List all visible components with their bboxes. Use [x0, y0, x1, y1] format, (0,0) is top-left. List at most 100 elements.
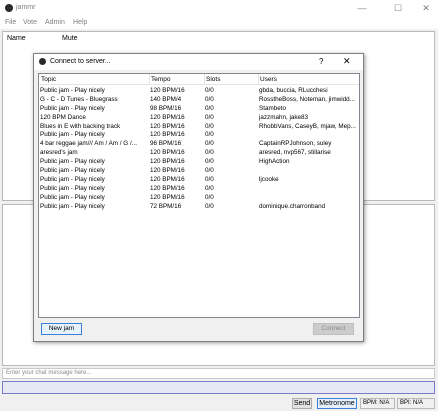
cell-slots: 0/0 — [205, 131, 214, 139]
cell-users: Stambeto — [259, 104, 286, 112]
window-title: jammr — [16, 4, 36, 11]
cell-users: gbda, buccia, RLucchesi — [259, 87, 328, 94]
server-row[interactable]: Public jam - Play nicely 120 BPM/16 0/0 — [39, 167, 359, 176]
maximize-icon[interactable]: ☐ — [384, 0, 412, 16]
cell-users: CaptainRPJohnson, suley — [259, 140, 332, 148]
cell-topic: Public jam - Play nicely — [40, 167, 105, 175]
cell-slots: 0/0 — [205, 167, 214, 175]
cell-tempo: 120 BPM/16 — [150, 167, 185, 175]
jammr-logo-icon — [39, 58, 46, 65]
bpi-readout: BPI: N/A — [397, 398, 435, 409]
help-icon[interactable]: ? — [319, 57, 323, 66]
cell-topic: G - C - D Tunes - Bluegrass — [40, 95, 118, 103]
connect-button[interactable]: Connect — [313, 323, 354, 335]
column-header-topic[interactable]: Topic — [41, 76, 56, 83]
jammr-logo-icon — [5, 4, 13, 12]
cell-topic: Public jam - Play nicely — [40, 158, 105, 166]
menu-file[interactable]: File — [5, 19, 16, 26]
column-header-slots[interactable]: Slots — [206, 76, 220, 83]
dialog-titlebar: Connect to server... ? ✕ — [34, 54, 363, 70]
cell-tempo: 120 BPM/16 — [150, 158, 185, 166]
cell-tempo: 120 BPM/16 — [150, 122, 185, 130]
cell-slots: 0/0 — [205, 175, 214, 183]
cell-tempo: 140 BPM/4 — [150, 95, 182, 103]
server-row[interactable]: G - C - D Tunes - Bluegrass 140 BPM/4 0/0 R… — [39, 96, 359, 105]
cell-topic: Public jam - Play nicely — [40, 193, 105, 201]
metronome-button[interactable]: Metronome — [317, 398, 357, 409]
column-header-users[interactable]: Users — [260, 76, 277, 83]
cell-tempo: 72 BPM/16 — [150, 202, 182, 210]
server-list-body: Public jam - Play nicely 120 BPM/16 0/0 gbd… — [39, 87, 359, 211]
menu-admin[interactable]: Admin — [45, 19, 65, 26]
cell-topic: Public jam - Play nicely — [40, 184, 105, 192]
cell-slots: 0/0 — [205, 113, 214, 121]
close-icon[interactable]: ✕ — [412, 0, 438, 16]
cell-tempo: 120 BPM/16 — [150, 184, 185, 192]
cell-topic: Blues in E with backing track — [40, 122, 121, 130]
cell-tempo: 120 BPM/16 — [150, 149, 185, 157]
cell-topic: Public jam - Play nicely — [40, 104, 105, 112]
server-list[interactable]: Topic Tempo Slots Users Public jam - Pla… — [38, 73, 360, 318]
cell-slots: 0/0 — [205, 140, 214, 148]
status-bar: Send Metronome BPM: N/A BPI: N/A — [0, 396, 438, 411]
server-row[interactable]: Public jam - Play nicely 120 BPM/16 0/0 — [39, 185, 359, 194]
server-row[interactable]: Public jam - Play nicely 120 BPM/16 0/0 Hig… — [39, 158, 359, 167]
cell-slots: 0/0 — [205, 184, 214, 192]
column-header-name[interactable]: Name — [7, 35, 26, 42]
cell-slots: 0/0 — [205, 87, 214, 94]
server-row[interactable]: Public jam - Play nicely 120 BPM/16 0/0 gbd… — [39, 87, 359, 96]
server-row[interactable]: Public jam - Play nicely 98 BPM/16 0/0 Stam… — [39, 105, 359, 114]
server-row[interactable]: aresred's jam 120 BPM/16 0/0 aresred, nvp56… — [39, 149, 359, 158]
cell-tempo: 120 BPM/16 — [150, 87, 185, 94]
chat-focus-bar[interactable] — [2, 381, 435, 394]
cell-slots: 0/0 — [205, 193, 214, 201]
column-header-mute[interactable]: Mute — [62, 35, 78, 42]
cell-topic: Public jam - Play nicely — [40, 87, 105, 94]
bpm-readout: BPM: N/A — [360, 398, 395, 409]
new-jam-button[interactable]: New jam — [41, 323, 82, 335]
cell-topic: 4 bar reggae jam/// Am / Am / G /... — [40, 140, 137, 148]
chat-input[interactable]: Enter your chat message here... — [2, 368, 435, 379]
menu-vote[interactable]: Vote — [23, 19, 37, 26]
server-row[interactable]: Public jam - Play nicely 120 BPM/16 0/0 — [39, 131, 359, 140]
cell-topic: Public jam - Play nicely — [40, 202, 105, 210]
server-row[interactable]: Public jam - Play nicely 120 BPM/16 0/0 — [39, 194, 359, 203]
cell-tempo: 120 BPM/16 — [150, 113, 185, 121]
close-icon[interactable]: ✕ — [343, 56, 351, 67]
cell-slots: 0/0 — [205, 149, 214, 157]
server-row[interactable]: Blues in E with backing track 120 BPM/16 0… — [39, 123, 359, 132]
server-row[interactable]: 120 BPM Dance 120 BPM/16 0/0 jazzmahn, jake… — [39, 114, 359, 123]
cell-users: jazzmahn, jake83 — [259, 113, 309, 121]
cell-slots: 0/0 — [205, 95, 214, 103]
cell-tempo: 96 BPM/16 — [150, 140, 182, 148]
cell-users: aresred, nvp567, stillarise — [259, 149, 331, 157]
minimize-icon[interactable]: — — [348, 0, 376, 16]
cell-slots: 0/0 — [205, 158, 214, 166]
connect-dialog: Connect to server... ? ✕ Topic Tempo Slo… — [33, 53, 364, 342]
cell-tempo: 120 BPM/16 — [150, 175, 185, 183]
menu-bar: File Vote Admin Help — [0, 16, 438, 29]
cell-users: RosstheBoss, Noteman, jimwidd... — [259, 95, 355, 103]
cell-tempo: 120 BPM/16 — [150, 131, 185, 139]
cell-topic: Public jam - Play nicely — [40, 175, 105, 183]
column-separator[interactable] — [149, 74, 150, 85]
send-button[interactable]: Send — [292, 398, 312, 409]
cell-users: dominique.charronband — [259, 202, 326, 210]
cell-tempo: 98 BPM/16 — [150, 104, 182, 112]
column-separator[interactable] — [204, 74, 205, 85]
dialog-title: Connect to server... — [50, 58, 111, 65]
cell-slots: 0/0 — [205, 104, 214, 112]
server-row[interactable]: 4 bar reggae jam/// Am / Am / G /... 96 B… — [39, 140, 359, 149]
cell-slots: 0/0 — [205, 202, 214, 210]
cell-slots: 0/0 — [205, 122, 214, 130]
cell-topic: Public jam - Play nicely — [40, 131, 105, 139]
window-titlebar: jammr — ☐ ✕ — [0, 0, 438, 16]
cell-users: HighAction — [259, 158, 290, 166]
column-separator[interactable] — [258, 74, 259, 85]
menu-help[interactable]: Help — [73, 19, 87, 26]
server-list-header: Topic Tempo Slots Users — [39, 74, 359, 85]
server-row[interactable]: Public jam - Play nicely 72 BPM/16 0/0 domi… — [39, 203, 359, 212]
cell-topic: 120 BPM Dance — [40, 113, 86, 121]
column-header-tempo[interactable]: Tempo — [151, 76, 171, 83]
server-row[interactable]: Public jam - Play nicely 120 BPM/16 0/0 ljc… — [39, 176, 359, 185]
